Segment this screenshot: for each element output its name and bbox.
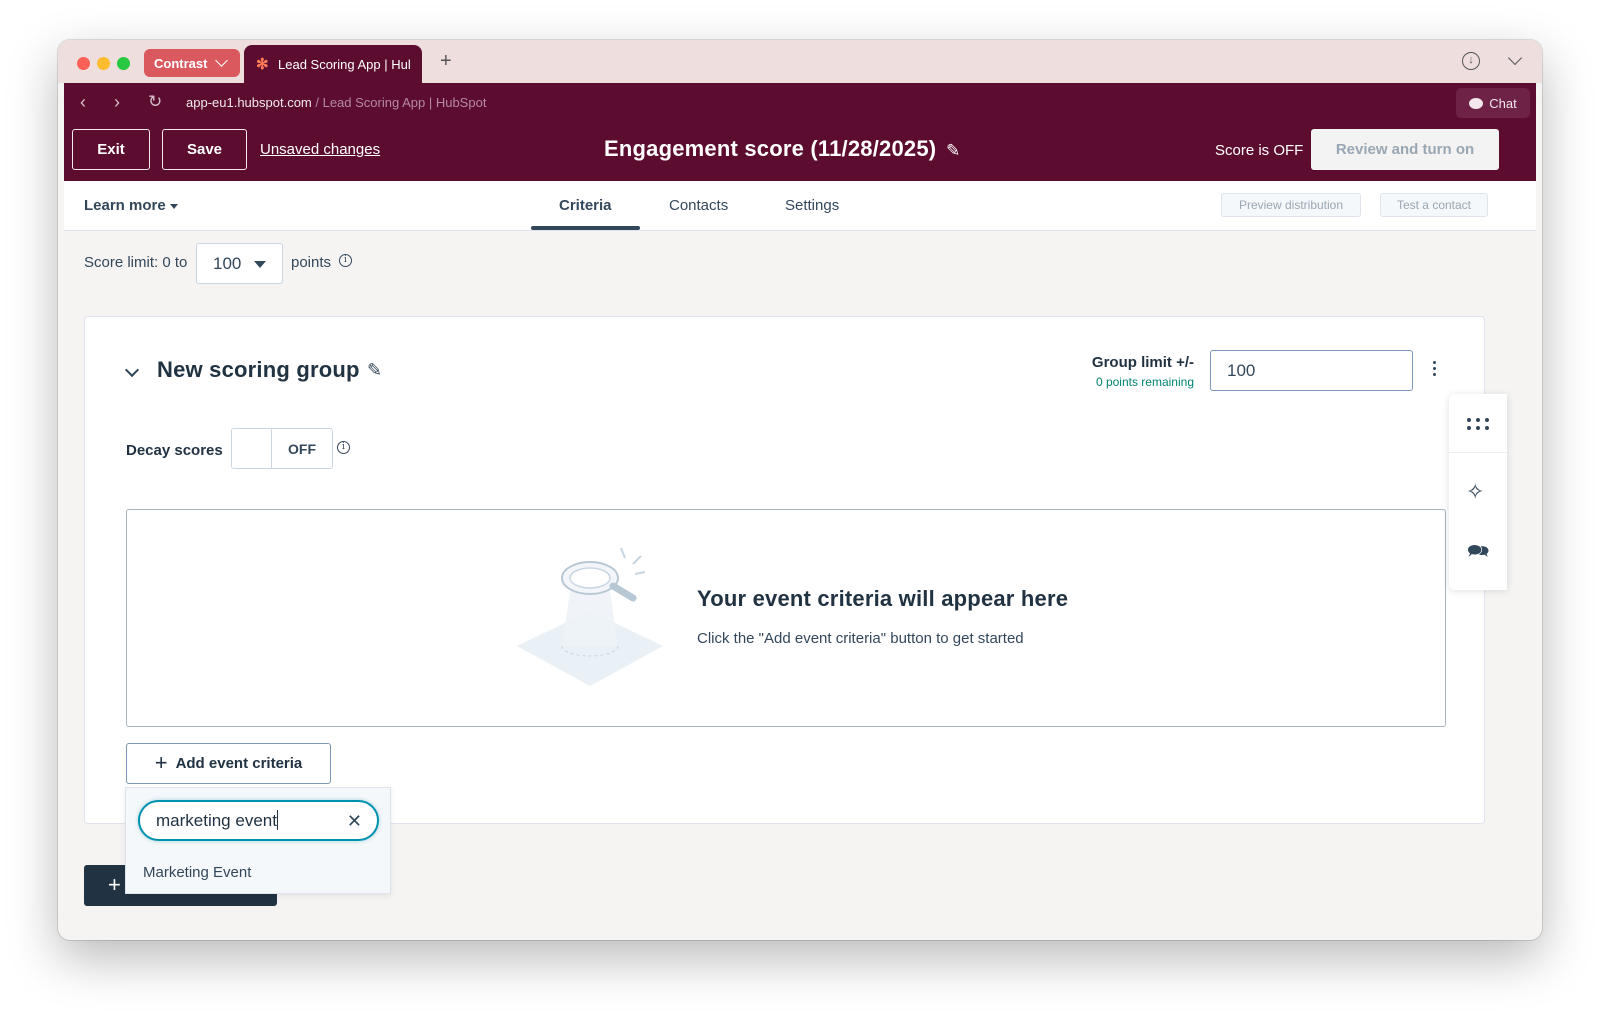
url-domain: app-eu1.hubspot.com [186,95,312,110]
chevron-down-icon [215,54,229,67]
right-side-rail: ✧ 🗪 [1449,394,1507,590]
event-criteria-dropdown: marketing event ✕ Marketing Event [125,787,391,894]
hubspot-favicon-icon: ✻ [256,56,269,73]
back-arrow-icon[interactable]: ‹ [80,92,86,113]
minimize-window-button[interactable] [97,57,110,70]
empty-state-subtitle: Click the "Add event criteria" button to… [697,630,1024,647]
exit-button[interactable]: Exit [72,129,150,170]
contrast-label: Contrast [154,55,208,71]
edit-group-pencil-icon[interactable]: ✎ [367,360,382,381]
download-icon[interactable]: ↓ [1462,52,1480,70]
toggle-state: OFF [288,440,316,457]
zoom-window-button[interactable] [117,57,130,70]
chat-bubble-icon [1469,97,1484,109]
save-button[interactable]: Save [162,129,247,170]
messages-icon[interactable]: 🗪 [1467,539,1489,569]
active-tab-indicator [531,226,640,230]
url-field[interactable]: app-eu1.hubspot.com / Lead Scoring App |… [186,95,486,110]
url-path: / Lead Scoring App | HubSpot [311,95,487,110]
browser-window: Contrast ✻ Lead Scoring App | Hul + ↓ ‹ … [58,40,1542,940]
empty-criteria-panel: Your event criteria will appear here Cli… [126,509,1446,727]
app-header: Exit Save Unsaved changes Engagement sco… [64,123,1536,181]
group-limit-label: Group limit +/- [1091,354,1194,371]
caret-down-icon [254,261,266,268]
scoring-group-card: New scoring group ✎ Group limit +/- 0 po… [84,316,1485,824]
info-icon[interactable]: i [339,254,352,267]
forward-arrow-icon[interactable]: › [114,92,120,113]
caret-down-icon [169,203,178,209]
review-and-turn-on-button[interactable]: Review and turn on [1311,129,1499,170]
tab-title: Lead Scoring App | Hul [278,56,411,72]
dropdown-option-marketing-event[interactable]: Marketing Event [143,864,251,881]
plus-icon: + [154,749,168,775]
contrast-profile-button[interactable]: Contrast [144,49,240,77]
tab-criteria[interactable]: Criteria [559,197,612,214]
score-status: Score is OFF [1215,142,1304,159]
tab-strip: Contrast ✻ Lead Scoring App | Hul + ↓ [58,40,1542,83]
empty-state-title: Your event criteria will appear here [697,586,1069,611]
sparkle-icon[interactable]: ✧ [1466,479,1484,505]
toggle-knob [232,429,272,468]
new-tab-button[interactable]: + [440,50,452,73]
chat-label: Chat [1489,95,1517,111]
more-options-icon[interactable] [1433,361,1437,379]
add-event-criteria-label: Add event criteria [175,755,303,772]
reload-icon[interactable]: ↻ [148,92,162,112]
browser-tab-active[interactable]: ✻ Lead Scoring App | Hul [244,45,422,83]
text-cursor [276,810,278,831]
clear-search-icon[interactable]: ✕ [347,812,362,830]
points-remaining: 0 points remaining [1095,375,1194,389]
info-icon[interactable]: i [337,441,350,454]
group-limit-input[interactable]: 100 [1210,350,1413,391]
test-contact-button[interactable]: Test a contact [1380,193,1488,217]
preview-distribution-button[interactable]: Preview distribution [1221,193,1361,217]
edit-title-pencil-icon[interactable]: ✎ [946,141,960,161]
tab-settings[interactable]: Settings [785,197,839,214]
decay-scores-toggle[interactable]: OFF [231,428,333,469]
group-title: New scoring group [157,357,360,382]
magnifying-glass-illustration [517,547,663,686]
address-bar: ‹ › ↻ app-eu1.hubspot.com / Lead Scoring… [64,83,1536,123]
chat-button[interactable]: Chat [1456,88,1530,118]
collapse-chevron-icon[interactable] [124,362,140,378]
event-search-input[interactable]: marketing event ✕ [138,800,379,841]
plus-icon: + [108,872,121,897]
rail-divider [1449,452,1507,453]
score-limit-value: 100 [213,254,242,273]
tab-contacts[interactable]: Contacts [669,197,728,214]
score-limit-select[interactable]: 100 [196,243,283,284]
sub-navigation: Learn more Criteria Contacts Settings Pr… [64,181,1536,231]
learn-more-dropdown[interactable]: Learn more [84,197,178,214]
search-value: marketing event [156,811,277,830]
points-label: points [291,254,332,271]
add-event-criteria-button[interactable]: + Add event criteria [126,743,331,784]
page-title: Engagement score (11/28/2025) [604,136,937,161]
decay-scores-label: Decay scores [126,442,223,459]
score-limit-label: Score limit: 0 to [84,254,188,271]
unsaved-changes-link[interactable]: Unsaved changes [260,141,380,158]
apps-grid-icon[interactable] [1467,418,1489,430]
learn-more-label: Learn more [84,197,166,214]
tab-list-chevron-icon[interactable] [1507,50,1523,66]
close-window-button[interactable] [77,57,90,70]
